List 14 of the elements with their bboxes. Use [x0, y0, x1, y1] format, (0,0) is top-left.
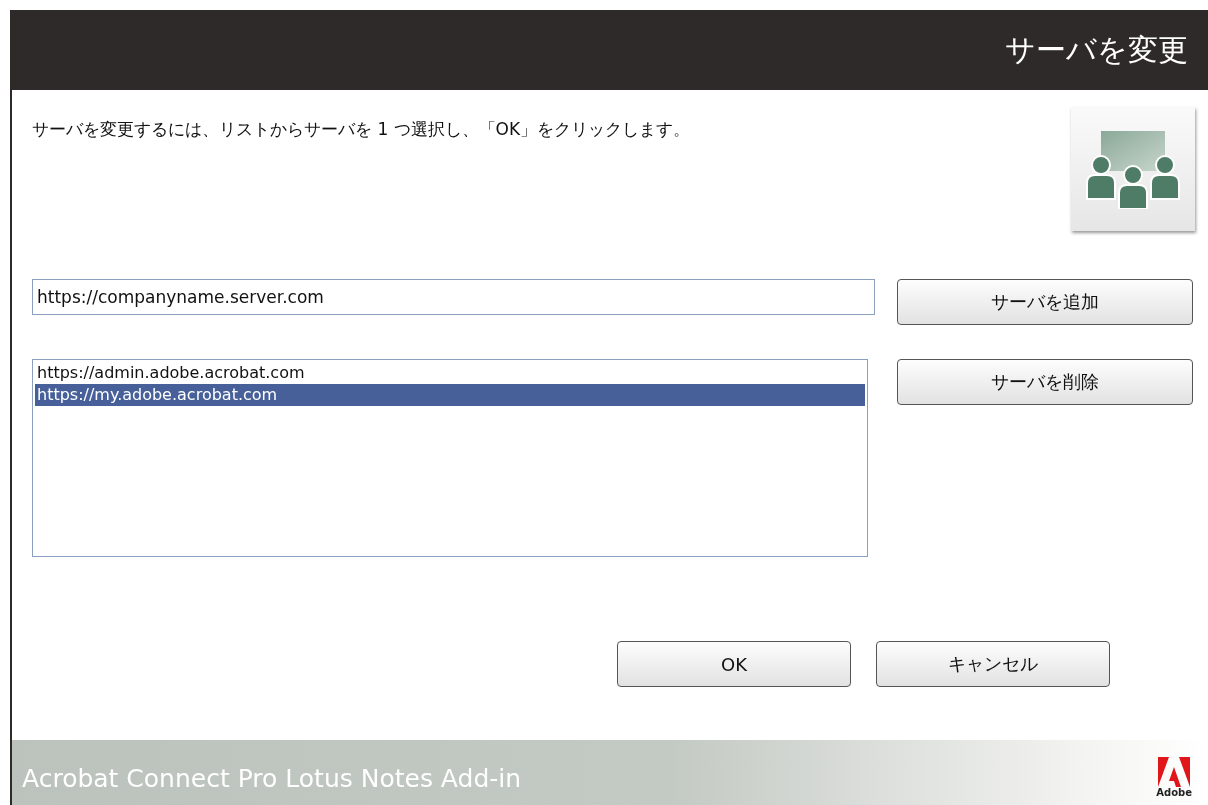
logo-icon	[1158, 757, 1191, 787]
add-server-button[interactable]: サーバを追加	[897, 279, 1193, 325]
meeting-icon	[1071, 107, 1195, 231]
logo-caption: Adobe	[1156, 787, 1192, 798]
remove-server-button[interactable]: サーバを削除	[897, 359, 1193, 405]
server-url-field[interactable]: https://companyname.server.com	[32, 279, 875, 315]
product-name: Acrobat Connect Pro Lotus Notes Add-in	[22, 764, 522, 793]
server-list-item[interactable]: https://my.adobe.acrobat.com	[35, 384, 865, 406]
instruction-text: サーバを変更するには、リストからサーバを 1 つ選択し、「OK」をクリックします。	[32, 118, 692, 141]
ok-button[interactable]: OK	[617, 641, 851, 687]
window-title: サーバを変更	[1005, 30, 1188, 69]
server-list[interactable]: https://admin.adobe.acrobat.com https://my.adobe.acrobat.com	[32, 359, 868, 557]
cancel-button[interactable]: キャンセル	[876, 641, 1110, 687]
server-list-item[interactable]: https://admin.adobe.acrobat.com	[35, 362, 865, 384]
